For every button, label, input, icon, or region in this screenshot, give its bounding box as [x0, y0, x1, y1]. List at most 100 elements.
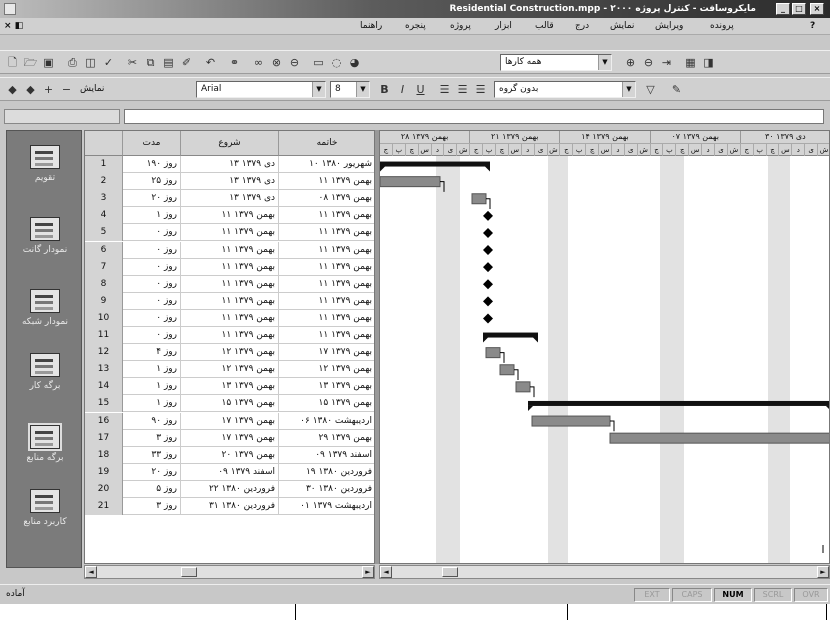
task-bar[interactable]: [515, 381, 531, 393]
start-cell[interactable]: ۲۰ بهمن ۱۳۷۹: [181, 446, 279, 464]
row-id-cell[interactable]: 16: [85, 412, 123, 430]
finish-cell[interactable]: ۱۱ بهمن ۱۳۷۹: [279, 173, 374, 190]
open-icon[interactable]: 🗁: [22, 55, 39, 71]
start-cell[interactable]: ۱۱ بهمن ۱۳۷۹: [181, 292, 279, 310]
outline-show-label[interactable]: نمایش: [80, 84, 104, 94]
undo-icon[interactable]: ↶: [202, 55, 219, 71]
table-row[interactable]: 2 ۲۵ روز ۱۳ دی ۱۳۷۹ ۱۱ بهمن ۱۳۷۹: [85, 173, 374, 191]
row-id-cell[interactable]: 5: [85, 224, 123, 242]
table-scroll-thumb[interactable]: [181, 567, 197, 577]
row-id-cell[interactable]: 21: [85, 498, 123, 515]
duration-header[interactable]: مدت: [123, 131, 181, 156]
milestone-marker[interactable]: [483, 279, 493, 290]
finish-header[interactable]: خاتمه: [279, 131, 374, 156]
duration-cell[interactable]: ۰ روز: [123, 241, 181, 259]
table-row[interactable]: 18 ۳۳ روز ۲۰ بهمن ۱۳۷۹ ۰۹ اسفند ۱۳۷۹: [85, 446, 374, 464]
cut-icon[interactable]: ✂: [124, 55, 141, 71]
milestone-marker[interactable]: [483, 227, 493, 238]
align-right-icon[interactable]: ☰: [472, 82, 489, 98]
finish-cell[interactable]: ۱۱ بهمن ۱۳۷۹: [279, 310, 374, 327]
finish-cell[interactable]: ۱۳ بهمن ۱۳۷۹: [279, 378, 374, 395]
duration-cell[interactable]: ۲۵ روز: [123, 173, 181, 191]
duration-cell[interactable]: ۰ روز: [123, 224, 181, 242]
start-cell[interactable]: ۱۷ بهمن ۱۳۷۹: [181, 412, 279, 430]
table-row[interactable]: 8۰ روز ۱۱ بهمن ۱۳۷۹ ۱۱ بهمن ۱۳۷۹: [85, 275, 374, 293]
finish-cell[interactable]: ۱۷ بهمن ۱۳۷۹: [279, 344, 374, 361]
align-left-icon[interactable]: ☰: [436, 82, 453, 98]
print-preview-icon[interactable]: ◫: [82, 55, 99, 71]
table-row[interactable]: 17 ۳ روز ۱۷ بهمن ۱۳۷۹ ۲۹ بهمن ۱۳۷۹: [85, 429, 374, 447]
finish-cell[interactable]: ۳۰ فروردین ۱۳۸۰: [279, 481, 374, 498]
row-id-cell[interactable]: 1: [85, 156, 123, 173]
task-bar[interactable]: [609, 432, 830, 444]
view-calendar[interactable]: تقویم: [7, 145, 83, 184]
task-bar[interactable]: [380, 176, 441, 188]
table-row[interactable]: 14 ۱ روز ۱۳ بهمن ۱۳۷۹ ۱۳ بهمن ۱۳۷۹: [85, 378, 374, 396]
minimize-icon[interactable]: _: [776, 3, 790, 15]
start-cell[interactable]: ۱۲ بهمن ۱۳۷۹: [181, 344, 279, 362]
table-row[interactable]: 9۰ روز ۱۱ بهمن ۱۳۷۹ ۱۱ بهمن ۱۳۷۹: [85, 292, 374, 310]
start-cell[interactable]: ۱۷ بهمن ۱۳۷۹: [181, 429, 279, 447]
table-row[interactable]: 3 ۲۰ روز ۱۳ دی ۱۳۷۹ ۰۸ بهمن ۱۳۷۹: [85, 190, 374, 208]
start-cell[interactable]: ۱۱ بهمن ۱۳۷۹: [181, 224, 279, 242]
duration-cell[interactable]: ۰ روز: [123, 292, 181, 310]
start-header[interactable]: شروع: [181, 131, 279, 156]
task-bar[interactable]: [531, 415, 611, 427]
hyperlink-icon[interactable]: ⚭: [226, 55, 243, 71]
underline-icon[interactable]: U: [412, 82, 429, 98]
finish-cell[interactable]: ۰۱ اردیبهشت ۱۳۷۹: [279, 498, 374, 515]
wizard-icon[interactable]: ◨: [700, 55, 717, 71]
link-tasks-icon[interactable]: ∞: [250, 55, 267, 71]
hide-subtasks-icon[interactable]: −: [58, 82, 75, 98]
outdent-icon[interactable]: ◆: [4, 82, 21, 98]
start-cell[interactable]: ۱۱ بهمن ۱۳۷۹: [181, 309, 279, 327]
bold-icon[interactable]: B: [376, 82, 393, 98]
start-cell[interactable]: ۱۳ دی ۱۳۷۹: [181, 173, 279, 191]
start-cell[interactable]: ۳۱ فروردین ۱۳۸۰: [181, 498, 279, 515]
task-bar[interactable]: [485, 347, 501, 359]
finish-cell[interactable]: ۱۱ بهمن ۱۳۷۹: [279, 242, 374, 259]
dependency-link[interactable]: [486, 198, 491, 210]
finish-cell[interactable]: ۲۹ بهمن ۱۳۷۹: [279, 430, 374, 447]
dependency-link[interactable]: [500, 352, 505, 363]
row-id-cell[interactable]: 20: [85, 480, 123, 498]
paste-icon[interactable]: ▤: [160, 55, 177, 71]
summary-bar[interactable]: [483, 332, 538, 338]
dependency-link[interactable]: [610, 420, 615, 432]
summary-end-marker[interactable]: [380, 166, 385, 172]
scroll-right-icon[interactable]: ►: [362, 566, 374, 578]
table-row[interactable]: 11 ۰ روز ۱۱ بهمن ۱۳۷۹ ۱۱ بهمن ۱۳۷۹: [85, 327, 374, 345]
table-row[interactable]: 10 ۰ روز ۱۱ بهمن ۱۳۷۹ ۱۱ بهمن ۱۳۷۹: [85, 309, 374, 327]
table-row[interactable]: 15 ۱ روز ۱۵ بهمن ۱۳۷۹ ۱۵ بهمن ۱۳۷۹: [85, 395, 374, 413]
start-cell[interactable]: ۲۲ فروردین ۱۳۸۰: [181, 480, 279, 498]
duration-cell[interactable]: ۳ روز: [123, 498, 181, 515]
table-hscroll[interactable]: ◄ ►: [84, 565, 375, 579]
gantt-canvas[interactable]: [380, 156, 830, 564]
table-row[interactable]: 13 ۱ روز ۱۲ بهمن ۱۳۷۹ ۱۲ بهمن ۱۳۷۹: [85, 361, 374, 379]
document-close-icon[interactable]: × ◧: [4, 21, 23, 31]
start-cell[interactable]: ۱۱ بهمن ۱۳۷۹: [181, 241, 279, 259]
assign-resources-icon[interactable]: ◕: [346, 55, 363, 71]
align-center-icon[interactable]: ☰: [454, 82, 471, 98]
start-cell[interactable]: ۱۳ دی ۱۳۷۹: [181, 156, 279, 173]
task-bar[interactable]: [499, 364, 515, 376]
finish-cell[interactable]: ۱۱ بهمن ۱۳۷۹: [279, 327, 374, 344]
chart-scroll-thumb[interactable]: [442, 567, 458, 577]
row-id-cell[interactable]: 13: [85, 361, 123, 379]
finish-cell[interactable]: ۱۱ بهمن ۱۳۷۹: [279, 224, 374, 241]
milestone-marker[interactable]: [483, 262, 493, 273]
start-cell[interactable]: ۱۱ بهمن ۱۳۷۹: [181, 275, 279, 293]
finish-cell[interactable]: ۰۹ اسفند ۱۳۷۹: [279, 447, 374, 464]
table-row[interactable]: 6۰ روز ۱۱ بهمن ۱۳۷۹ ۱۱ بهمن ۱۳۷۹: [85, 241, 374, 259]
start-cell[interactable]: ۱۳ دی ۱۳۷۹: [181, 190, 279, 208]
row-id-cell[interactable]: 19: [85, 463, 123, 481]
menu-item-file[interactable]: پرونده: [710, 21, 734, 31]
row-id-cell[interactable]: 6: [85, 241, 123, 259]
menu-item-window[interactable]: پنجره: [405, 21, 426, 31]
font-combo[interactable]: Arial ▼: [196, 81, 326, 98]
task-notes-icon[interactable]: ◌: [328, 55, 345, 71]
id-header[interactable]: [85, 131, 123, 156]
start-cell[interactable]: ۰۹ اسفند ۱۳۷۹: [181, 463, 279, 481]
start-cell[interactable]: ۱۱ بهمن ۱۳۷۹: [181, 327, 279, 344]
menu-item-tools[interactable]: ابزار: [495, 21, 512, 31]
